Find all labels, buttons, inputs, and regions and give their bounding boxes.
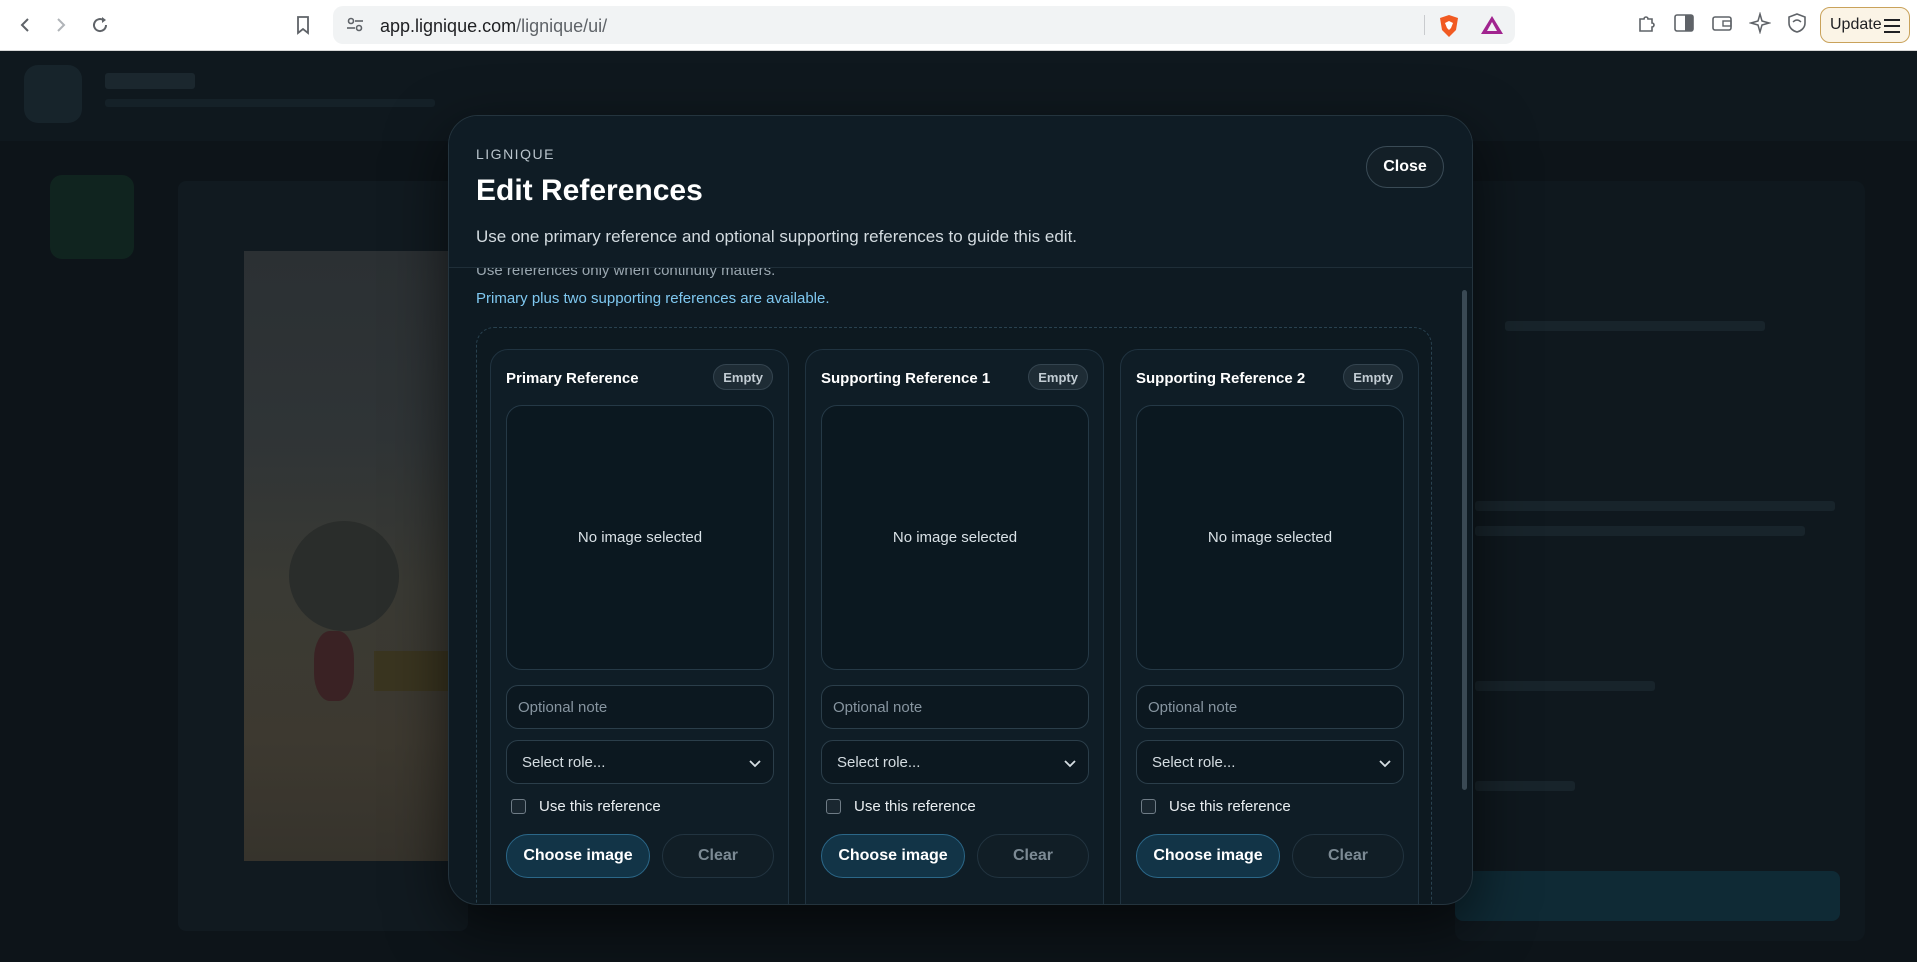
clear-button[interactable]: Clear (662, 834, 774, 878)
rewards-icon[interactable] (1480, 15, 1504, 35)
preview-placeholder: No image selected (892, 529, 1018, 546)
sidebar-item-layers (50, 275, 134, 359)
choose-image-button[interactable]: Choose image (506, 834, 650, 878)
use-reference-checkbox[interactable] (511, 799, 526, 814)
status-badge: Empty (1028, 364, 1088, 390)
site-settings-icon[interactable] (345, 14, 365, 34)
inspector-panel (1455, 181, 1865, 941)
canvas-artwork (244, 251, 468, 861)
update-label: Update (1830, 16, 1882, 33)
role-select-value: Select role... (1152, 753, 1236, 771)
card-title: Supporting Reference 2 (1136, 370, 1306, 387)
use-reference-row: Use this reference (511, 798, 661, 815)
modal-title: Edit References (476, 174, 703, 207)
modal-header: LIGNIQUE Edit References Use one primary… (449, 116, 1472, 268)
optional-note-input[interactable] (821, 685, 1089, 729)
references-hint: Use references only when continuity matt… (476, 268, 776, 279)
clear-button[interactable]: Clear (1292, 834, 1404, 878)
update-button[interactable]: Update (1820, 7, 1910, 43)
supporting-reference-2-card: Supporting Reference 2 Empty No image se… (1120, 349, 1419, 904)
artwork-shape (314, 631, 354, 701)
brave-shields-icon[interactable] (1438, 14, 1460, 38)
image-preview[interactable]: No image selected (821, 405, 1089, 670)
forward-icon[interactable] (48, 12, 74, 38)
status-badge: Empty (713, 364, 773, 390)
card-title: Supporting Reference 1 (821, 370, 991, 387)
inspector-row (1475, 681, 1655, 691)
references-availability-note: Primary plus two supporting references a… (476, 290, 830, 307)
bookmark-icon[interactable] (290, 12, 316, 38)
inspector-row (1505, 321, 1765, 331)
preview-placeholder: No image selected (1207, 529, 1333, 546)
extensions-icon[interactable] (1636, 12, 1658, 34)
app-tagline (105, 99, 435, 107)
close-button[interactable]: Close (1366, 146, 1444, 188)
back-icon[interactable] (12, 12, 38, 38)
preview-placeholder: No image selected (577, 529, 703, 546)
wallet-icon[interactable] (1711, 12, 1733, 34)
sidebar-item-effects (50, 385, 134, 469)
use-reference-label[interactable]: Use this reference (1169, 798, 1291, 815)
app-brand (105, 73, 195, 89)
use-reference-label[interactable]: Use this reference (539, 798, 661, 815)
inspector-row (1475, 781, 1575, 791)
modal-body[interactable]: Use references only when continuity matt… (449, 268, 1472, 904)
choose-image-button[interactable]: Choose image (821, 834, 965, 878)
chevron-down-icon (749, 756, 761, 773)
reload-icon[interactable] (87, 12, 113, 38)
chevron-down-icon (1379, 756, 1391, 773)
image-preview[interactable]: No image selected (1136, 405, 1404, 670)
vpn-shield-icon[interactable] (1786, 12, 1808, 34)
use-reference-checkbox[interactable] (826, 799, 841, 814)
modal-subtitle: Use one primary reference and optional s… (476, 227, 1078, 246)
supporting-reference-1-card: Supporting Reference 1 Empty No image se… (805, 349, 1104, 904)
use-reference-checkbox[interactable] (1141, 799, 1156, 814)
tool-sidebar (50, 175, 134, 615)
artwork-shape (289, 521, 399, 631)
url-text: app.lignique.com/lignique/ui/ (380, 16, 608, 36)
menu-icon[interactable] (1883, 17, 1901, 35)
sidebar-item-edit (50, 175, 134, 259)
role-select[interactable]: Select role... (1136, 740, 1404, 784)
clear-button[interactable]: Clear (977, 834, 1089, 878)
use-reference-row: Use this reference (826, 798, 976, 815)
choose-image-button[interactable]: Choose image (1136, 834, 1280, 878)
modal-eyebrow: LIGNIQUE (476, 146, 555, 162)
role-select-value: Select role... (522, 753, 606, 771)
image-preview[interactable]: No image selected (506, 405, 774, 670)
edit-references-modal: LIGNIQUE Edit References Use one primary… (448, 115, 1473, 905)
address-bar[interactable]: app.lignique.com/lignique/ui/ (333, 6, 1515, 44)
references-grid: Primary Reference Empty No image selecte… (476, 327, 1432, 904)
use-reference-label[interactable]: Use this reference (854, 798, 976, 815)
optional-note-input[interactable] (1136, 685, 1404, 729)
address-divider (1424, 15, 1425, 35)
role-select[interactable]: Select role... (821, 740, 1089, 784)
card-title: Primary Reference (506, 370, 639, 387)
browser-toolbar: app.lignique.com/lignique/ui/ Update (0, 0, 1917, 51)
inspector-row (1475, 526, 1805, 536)
leo-ai-icon[interactable] (1749, 12, 1771, 34)
role-select-value: Select role... (837, 753, 921, 771)
sidebar-item-settings (50, 495, 134, 579)
chevron-down-icon (1064, 756, 1076, 773)
status-badge: Empty (1343, 364, 1403, 390)
role-select[interactable]: Select role... (506, 740, 774, 784)
apply-button-background (1455, 871, 1840, 921)
app-logo (24, 65, 82, 123)
sidebar-toggle-icon[interactable] (1673, 12, 1695, 34)
modal-scrollbar[interactable] (1462, 290, 1467, 790)
primary-reference-card: Primary Reference Empty No image selecte… (490, 349, 789, 904)
inspector-row (1475, 501, 1835, 511)
use-reference-row: Use this reference (1141, 798, 1291, 815)
optional-note-input[interactable] (506, 685, 774, 729)
